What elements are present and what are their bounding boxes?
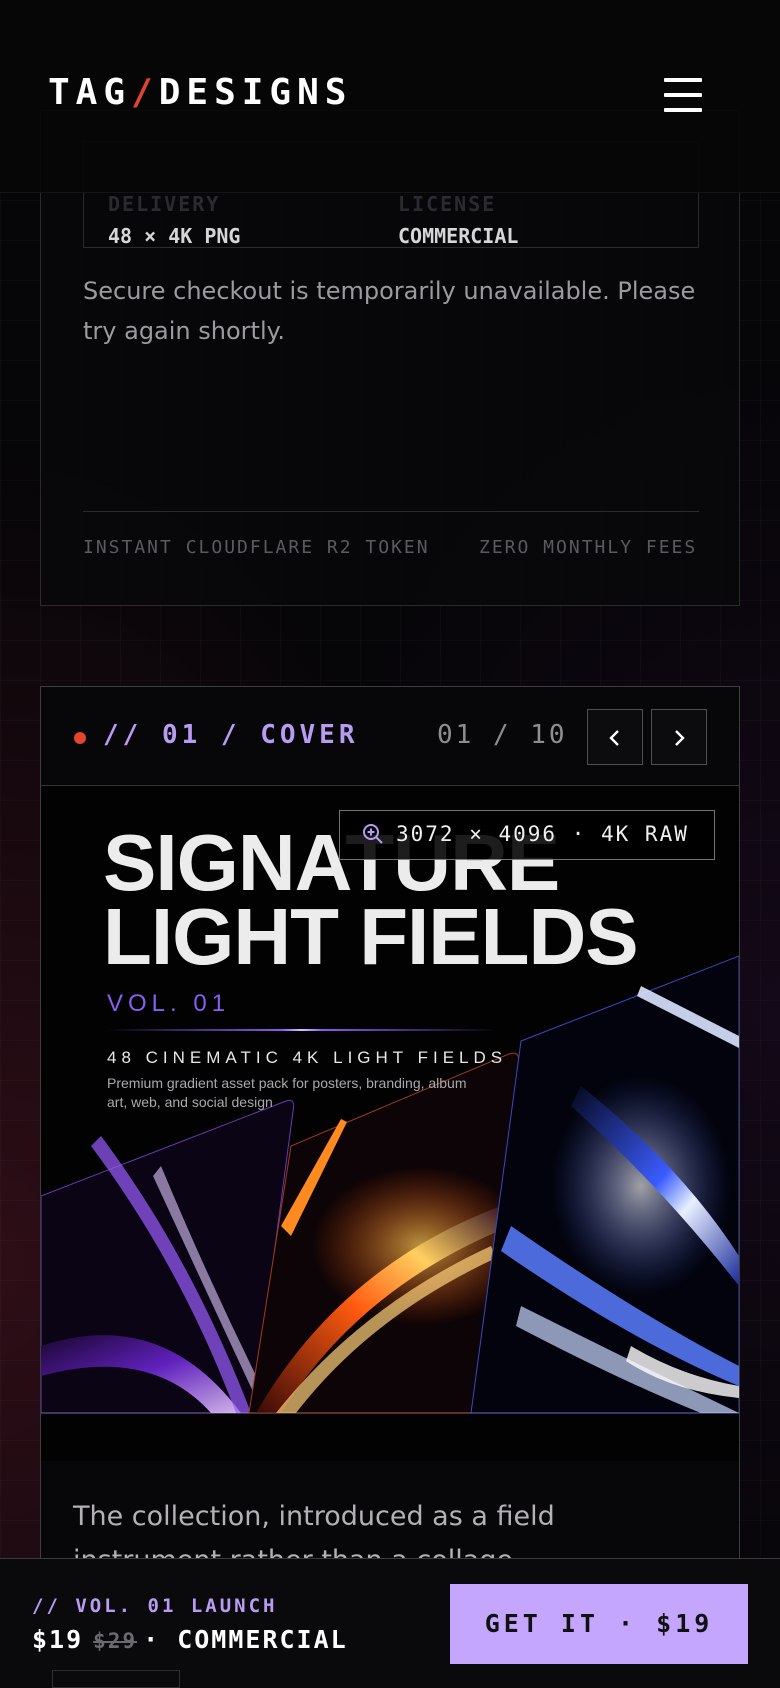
next-slide-button[interactable] bbox=[651, 709, 707, 765]
obscured-element bbox=[52, 1670, 180, 1688]
cover-description: Premium gradient asset pack for posters,… bbox=[107, 1075, 467, 1110]
chevron-right-icon bbox=[675, 730, 685, 746]
spec-value: COMMERCIAL bbox=[398, 224, 519, 248]
cover-title-line2: LIGHT FIELDS bbox=[103, 892, 639, 981]
gallery-toolbar: // 01 / COVER 01 / 10 bbox=[41, 687, 739, 786]
logo-text-left: TAG bbox=[48, 72, 132, 113]
cover-subtitle: 48 CINEMATIC 4K LIGHT FIELDS bbox=[107, 1048, 508, 1067]
license-type: · COMMERCIAL bbox=[143, 1625, 348, 1654]
gallery-title: // 01 / COVER bbox=[103, 720, 359, 750]
resolution-text: 3072 × 4096 · 4K RAW bbox=[396, 822, 689, 846]
cover-image[interactable]: SIGNATURE LIGHT FIELDS VOL. 01 48 CINEMA… bbox=[41, 786, 739, 1461]
volume-underline bbox=[107, 1029, 497, 1031]
prev-slide-button[interactable] bbox=[587, 709, 643, 765]
slide-counter: 01 / 10 bbox=[437, 720, 568, 750]
feature-instant-token: INSTANT CLOUDFLARE R2 TOKEN bbox=[83, 537, 430, 558]
resolution-badge[interactable]: 3072 × 4096 · 4K RAW bbox=[339, 810, 715, 860]
site-logo[interactable]: TAG/DESIGNS bbox=[48, 72, 352, 113]
spec-key: LICENSE bbox=[398, 192, 497, 216]
get-it-button[interactable]: GET IT · $19 bbox=[450, 1584, 748, 1664]
logo-text-right: DESIGNS bbox=[158, 72, 353, 113]
spec-delivery: DELIVERY 48 × 4K PNG bbox=[108, 192, 240, 248]
cover-volume: VOL. 01 bbox=[107, 990, 231, 1017]
checkout-status-message: Secure checkout is temporarily unavailab… bbox=[83, 277, 696, 345]
current-price: $19 bbox=[32, 1625, 84, 1654]
logo-slash: / bbox=[131, 72, 159, 113]
zoom-in-icon bbox=[363, 824, 383, 844]
gallery-panel: // 01 / COVER 01 / 10 SIGNATURE LIGHT FI… bbox=[40, 686, 740, 1688]
old-price: $29 bbox=[93, 1629, 138, 1653]
divider bbox=[83, 511, 699, 512]
spec-key: DELIVERY bbox=[108, 192, 221, 216]
status-dot bbox=[74, 732, 86, 744]
spec-license: LICENSE COMMERCIAL bbox=[398, 192, 518, 248]
launch-label: // VOL. 01 LAUNCH bbox=[32, 1595, 278, 1617]
chevron-left-icon bbox=[609, 730, 619, 746]
purchase-bar: // VOL. 01 LAUNCH $19 $29 · COMMERCIAL GET… bbox=[0, 1558, 780, 1688]
spec-value: 48 × 4K PNG bbox=[108, 224, 241, 248]
feature-zero-fees: ZERO MONTHLY FEES bbox=[479, 537, 698, 558]
site-header: TAG/DESIGNS bbox=[0, 0, 780, 193]
price-line: $19 $29 · COMMERCIAL bbox=[32, 1625, 348, 1654]
hamburger-menu-icon[interactable] bbox=[664, 78, 704, 112]
